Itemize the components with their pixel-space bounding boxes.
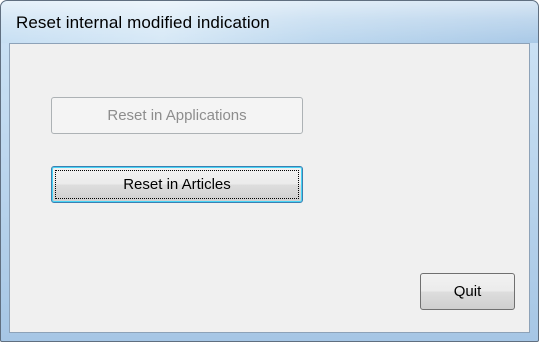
window-title: Reset internal modified indication [16,13,270,32]
dialog-window: Reset internal modified indication Reset… [0,0,539,342]
title-bar[interactable]: Reset internal modified indication [1,1,538,43]
dialog-client-area: Reset in Applications Reset in Articles … [9,43,530,333]
reset-in-articles-button[interactable]: Reset in Articles [51,166,303,203]
quit-button[interactable]: Quit [420,273,515,310]
reset-in-articles-label: Reset in Articles [123,176,231,193]
reset-in-applications-button[interactable]: Reset in Applications [51,97,303,134]
